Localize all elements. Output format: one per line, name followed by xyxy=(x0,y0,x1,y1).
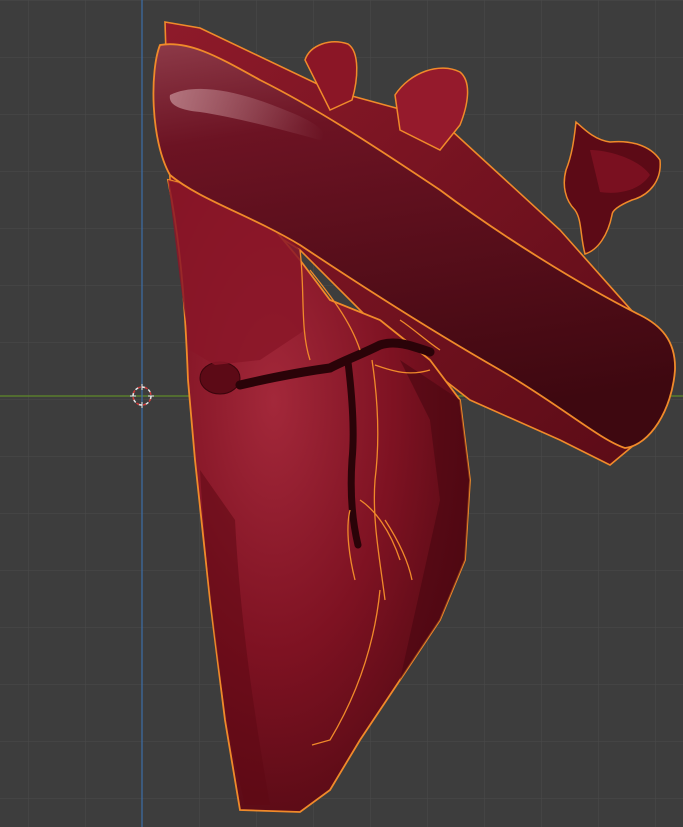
viewport-canvas[interactable] xyxy=(0,0,683,827)
3d-viewport[interactable] xyxy=(0,0,683,827)
atrium-bump xyxy=(199,361,241,395)
